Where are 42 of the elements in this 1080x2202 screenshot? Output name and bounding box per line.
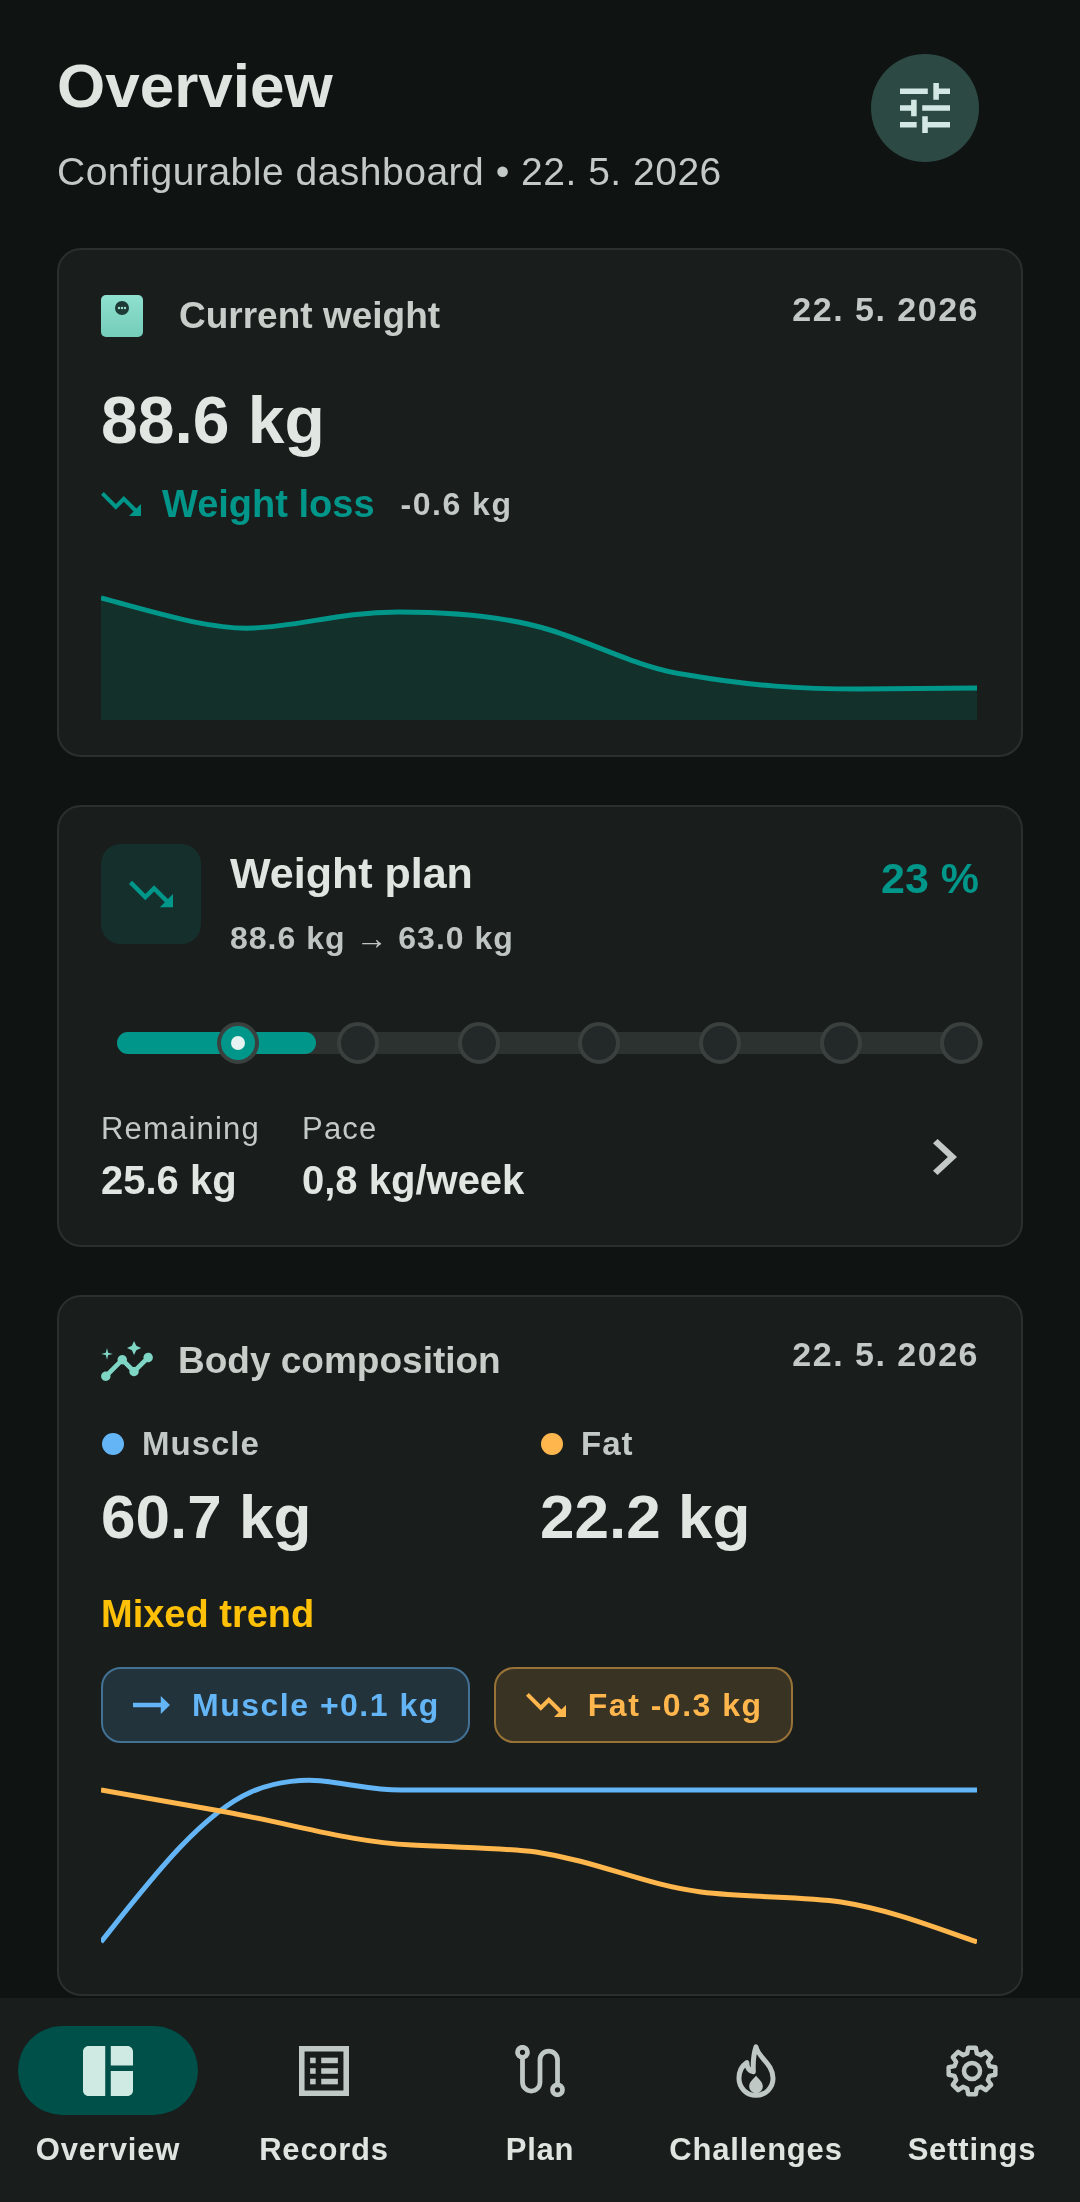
sliders-icon (900, 83, 950, 133)
trending-down-icon (101, 844, 201, 944)
page-title: Overview (57, 50, 334, 122)
metric-value: 60.7 kg (101, 1481, 313, 1553)
trend-delta: -0.6 kg (400, 485, 513, 524)
chevron-right-icon[interactable] (933, 1139, 957, 1175)
stat-label: Pace (302, 1110, 379, 1148)
trending-down-icon (101, 492, 141, 516)
trend-label: Weight loss (162, 482, 375, 527)
plan-route: 88.6 kg → 63.0 kg (230, 919, 515, 958)
nav-item[interactable]: Records (216, 1998, 432, 2202)
metric-value: 22.2 kg (540, 1481, 752, 1553)
weight-value: 88.6 kg (101, 382, 326, 458)
metric-label: Muscle (142, 1424, 260, 1464)
card-date: 22. 5. 2026 (792, 289, 979, 330)
change-text: Muscle +0.1 kg (192, 1686, 440, 1725)
nav-item[interactable]: Plan (432, 1998, 648, 2202)
route-icon (515, 2044, 565, 2097)
change-text: Fat -0.3 kg (587, 1686, 763, 1725)
stat-value: 25.6 kg (101, 1157, 238, 1204)
page-subtitle: Configurable dashboard • 22. 5. 2026 (57, 149, 722, 195)
stat-label: Remaining (101, 1110, 260, 1148)
settings-icon (946, 2044, 998, 2097)
weight-plan-card[interactable]: Weight plan 88.6 kg → 63.0 kg 23 % Remaining 25.6 kg Pace 0,8 kg/week (57, 805, 1023, 1247)
metric-label: Fat (581, 1424, 634, 1464)
scale-icon (101, 295, 143, 337)
arrow-right-icon (133, 1696, 170, 1714)
chart-sparkle-icon (101, 1341, 153, 1381)
trend-summary: Mixed trend (101, 1592, 316, 1637)
card-title: Body composition (178, 1339, 502, 1383)
stat-value: 0,8 kg/week (302, 1157, 525, 1204)
plan-percent: 23 % (881, 853, 979, 904)
list-icon (299, 2045, 349, 2096)
card-date: 22. 5. 2026 (792, 1334, 979, 1375)
nav-item[interactable]: Overview (0, 1998, 216, 2202)
nav-item[interactable]: Challenges (648, 1998, 864, 2202)
card-title: Current weight (179, 294, 442, 338)
flame-icon (736, 2043, 776, 2098)
trending-down-icon (525, 1693, 566, 1717)
plan-title: Weight plan (230, 848, 474, 899)
nav-item[interactable]: Settings (864, 1998, 1080, 2202)
dashboard-icon (83, 2045, 133, 2096)
